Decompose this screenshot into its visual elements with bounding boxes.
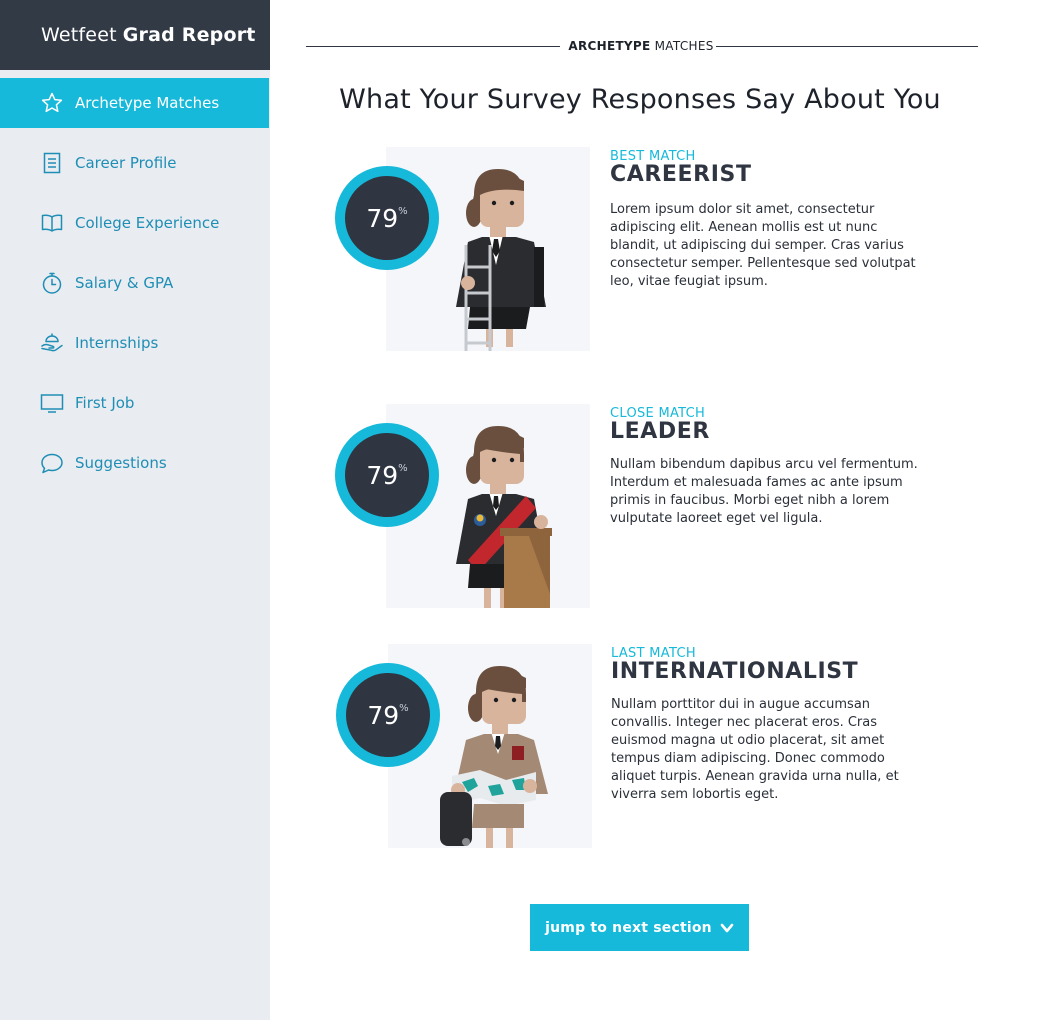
match-name: CAREERIST <box>610 162 752 187</box>
match-score-value: 79 <box>367 700 400 730</box>
sidebar-item-label: Internships <box>75 334 159 352</box>
sidebar-item-label: Career Profile <box>75 154 177 172</box>
main-content: ARCHETYPE MATCHES What Your Survey Respo… <box>270 0 1040 1020</box>
sidebar-nav: Archetype Matches Career Profile College… <box>0 78 270 488</box>
section-tag-bold: ARCHETYPE <box>568 39 651 53</box>
section-tag-light: MATCHES <box>654 39 714 53</box>
sidebar: Wetfeet Grad Report Archetype Matches Ca… <box>0 0 270 1020</box>
match-score: 79% <box>334 165 440 271</box>
sidebar-item-label: College Experience <box>75 214 220 232</box>
sidebar-item-archetype-matches[interactable]: Archetype Matches <box>0 78 269 128</box>
chevron-down-icon <box>720 923 734 932</box>
brand-logo[interactable]: Wetfeet Grad Report <box>0 0 270 70</box>
open-book-icon <box>39 210 65 236</box>
sidebar-item-internships[interactable]: Internships <box>0 318 270 368</box>
archetype-match-card: 79% LAST MATCH INTERNATIONALIST Nullam p… <box>334 644 934 850</box>
sidebar-item-label: Suggestions <box>75 454 167 472</box>
sidebar-item-first-job[interactable]: First Job <box>0 378 270 428</box>
sidebar-item-label: Archetype Matches <box>75 94 220 112</box>
match-text: LAST MATCH INTERNATIONALIST Nullam portt… <box>611 646 931 804</box>
archetype-match-card: 79% BEST MATCH CAREERIST Lorem ipsum dol… <box>334 147 934 353</box>
brand-name-light: Wetfeet <box>41 24 117 46</box>
monitor-icon <box>39 390 65 416</box>
match-text: BEST MATCH CAREERIST Lorem ipsum dolor s… <box>610 149 930 291</box>
match-description: Nullam bibendum dapibus arcu vel ferment… <box>610 457 918 526</box>
sidebar-item-salary-gpa[interactable]: Salary & GPA <box>0 258 270 308</box>
sidebar-item-label: Salary & GPA <box>75 274 174 292</box>
match-score-value: 79 <box>366 460 399 490</box>
match-score-unit: % <box>398 462 408 474</box>
match-name: INTERNATIONALIST <box>611 659 859 684</box>
match-score-value: 79 <box>366 203 399 233</box>
hand-tray-icon <box>39 330 65 356</box>
document-icon <box>39 150 65 176</box>
match-score-unit: % <box>398 205 408 217</box>
brand-name-bold: Grad Report <box>122 24 256 46</box>
match-name: LEADER <box>610 419 710 444</box>
sidebar-item-label: First Job <box>75 394 135 412</box>
sidebar-item-career-profile[interactable]: Career Profile <box>0 138 270 188</box>
stopwatch-icon <box>39 270 65 296</box>
match-score: 79% <box>334 422 440 528</box>
match-text: CLOSE MATCH LEADER Nullam bibendum dapib… <box>610 406 930 528</box>
match-score: 79% <box>335 662 441 768</box>
jump-to-next-section-button[interactable]: jump to next section <box>530 904 749 951</box>
speech-bubble-icon <box>39 450 65 476</box>
section-tag: ARCHETYPE MATCHES <box>566 39 716 53</box>
sidebar-item-suggestions[interactable]: Suggestions <box>0 438 270 488</box>
next-button-label: jump to next section <box>545 919 712 936</box>
sidebar-item-college-experience[interactable]: College Experience <box>0 198 270 248</box>
match-score-unit: % <box>399 702 409 714</box>
section-divider-right <box>716 46 978 47</box>
archetype-match-card: 79% CLOSE MATCH LEADER Nullam bibendum d… <box>334 404 934 610</box>
star-icon <box>39 90 65 116</box>
section-divider-left <box>306 46 560 47</box>
page-title: What Your Survey Responses Say About You <box>339 84 941 115</box>
match-description: Lorem ipsum dolor sit amet, consectetur … <box>610 202 916 289</box>
match-description: Nullam porttitor dui in augue accumsan c… <box>611 697 899 802</box>
